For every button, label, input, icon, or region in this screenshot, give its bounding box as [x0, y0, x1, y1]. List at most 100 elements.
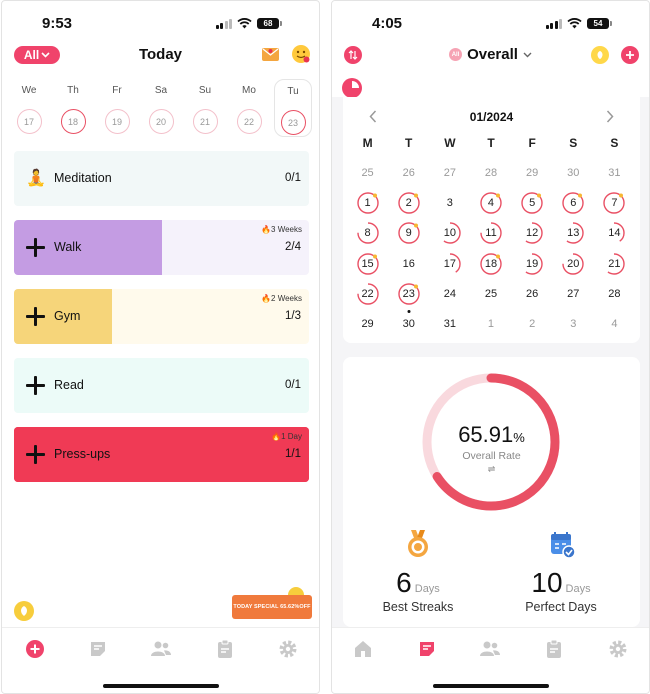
calendar-day[interactable]: 29	[347, 309, 388, 339]
calendar-day-number: 23	[402, 287, 415, 300]
plus-icon[interactable]	[26, 238, 45, 257]
home-indicator	[103, 684, 219, 688]
calendar-day[interactable]: 1	[347, 188, 388, 218]
pie-chart-icon[interactable]	[342, 78, 362, 98]
habit-name: Gym	[54, 309, 81, 323]
week-day-su[interactable]: Su 21	[186, 85, 224, 143]
calendar-day[interactable]: 18	[470, 249, 511, 279]
week-day-mo[interactable]: Mo 22	[230, 85, 268, 143]
calendar-day[interactable]: 12	[512, 218, 553, 248]
add-icon[interactable]	[621, 46, 639, 64]
week-day-tu[interactable]: Tu 23	[274, 79, 312, 137]
calendar-day[interactable]: 27	[553, 279, 594, 309]
weekday-label: S	[610, 136, 619, 150]
overall-rate-value: 65.91%	[458, 422, 525, 447]
week-day-we[interactable]: We 17	[10, 85, 48, 143]
calendar-day[interactable]: 1	[470, 309, 511, 339]
week-day-name: Fr	[112, 85, 122, 96]
week-day-date: 17	[16, 109, 42, 134]
calendar-day[interactable]: 21	[594, 249, 635, 279]
calendar-day[interactable]: 25	[470, 279, 511, 309]
tab-notes[interactable]	[416, 638, 438, 660]
week-day-name: Mo	[242, 85, 256, 96]
tab-notes[interactable]	[87, 638, 109, 660]
plus-icon[interactable]	[26, 376, 45, 395]
calendar-day[interactable]: 17	[429, 249, 470, 279]
tab-settings[interactable]	[277, 638, 299, 660]
calendar-day[interactable]: 7	[594, 188, 635, 218]
tab-settings[interactable]	[607, 638, 629, 660]
calendar-day[interactable]: 30	[388, 309, 429, 339]
week-day-date: 19	[104, 109, 130, 134]
calendar-day[interactable]: 8	[347, 218, 388, 248]
calendar-day-number: 30	[402, 318, 415, 331]
calendar-day-number: 2	[405, 197, 412, 210]
status-time: 9:53	[42, 15, 73, 32]
calendar-day[interactable]: 26	[388, 158, 429, 188]
calendar-day[interactable]: 27	[429, 158, 470, 188]
perfect-days-stat: 10 Days Perfect Days	[501, 567, 621, 614]
calendar-day[interactable]: 4	[470, 188, 511, 218]
calendar-day[interactable]: 22	[347, 279, 388, 309]
habit-card-gym[interactable]: Gym 1/3 🔥2 Weeks	[14, 289, 309, 344]
tab-friends[interactable]	[150, 638, 172, 660]
tab-clipboard[interactable]	[214, 638, 236, 660]
calendar-day-number: 31	[608, 167, 621, 180]
weekday-label: W	[444, 136, 456, 150]
leaf-badge-icon[interactable]	[14, 601, 34, 621]
plus-icon[interactable]	[26, 307, 45, 326]
calendar-check-icon	[551, 532, 576, 559]
emoji-face-icon[interactable]	[292, 45, 310, 63]
chevron-right-icon[interactable]	[606, 110, 614, 123]
week-day-fr[interactable]: Fr 19	[98, 85, 136, 143]
calendar-day[interactable]: 31	[594, 158, 635, 188]
overall-rate-card: 65.91% Overall Rate ⇌ 6 Days Best Streaks…	[343, 357, 640, 627]
week-day-sa[interactable]: Sa 20	[142, 85, 180, 143]
calendar-day[interactable]: 23	[388, 279, 429, 313]
habit-count: 1/3	[285, 310, 301, 322]
tab-clipboard[interactable]	[543, 638, 565, 660]
habit-streak: 🔥2 Weeks	[261, 294, 302, 303]
calendar-day[interactable]: 25	[347, 158, 388, 188]
calendar-day[interactable]: 31	[429, 309, 470, 339]
plus-icon[interactable]	[26, 445, 45, 464]
tab-home[interactable]	[352, 638, 374, 660]
habit-count: 1/1	[285, 448, 301, 460]
calendar-day[interactable]: 15	[347, 249, 388, 279]
calendar-day[interactable]: 3	[429, 188, 470, 218]
week-day-th[interactable]: Th 18	[54, 85, 92, 143]
week-day-name: Su	[198, 85, 212, 96]
calendar-day[interactable]: 2	[512, 309, 553, 339]
calendar-day-number: 7	[611, 197, 618, 210]
calendar-day[interactable]: 19	[512, 249, 553, 279]
habit-card-press-ups[interactable]: Press-ups 1/1 🔥1 Day	[14, 427, 309, 482]
calendar-day[interactable]: 4	[594, 309, 635, 339]
promo-banner[interactable]: TODAY SPECIAL 65.62%OFF	[232, 595, 312, 619]
calendar-day[interactable]: 16	[388, 249, 429, 279]
calendar-day[interactable]: 10	[429, 218, 470, 248]
calendar-day[interactable]: 26	[512, 279, 553, 309]
calendar-day[interactable]: 13	[553, 218, 594, 248]
calendar-day[interactable]: 28	[594, 279, 635, 309]
people-icon	[151, 641, 171, 656]
calendar-day[interactable]: 28	[470, 158, 511, 188]
mail-heart-icon[interactable]	[262, 48, 279, 61]
calendar-day[interactable]: 14	[594, 218, 635, 248]
calendar-day[interactable]: 6	[553, 188, 594, 218]
calendar-day[interactable]: 11	[470, 218, 511, 248]
tab-friends[interactable]	[479, 638, 501, 660]
habit-card-meditation[interactable]: 🧘 Meditation 0/1	[14, 151, 309, 206]
swap-icon[interactable]: ⇌	[343, 464, 640, 475]
habit-card-read[interactable]: Read 0/1	[14, 358, 309, 413]
calendar-day[interactable]: 9	[388, 218, 429, 248]
calendar-day[interactable]: 20	[553, 249, 594, 279]
calendar-day[interactable]: 29	[512, 158, 553, 188]
habit-card-walk[interactable]: Walk 2/4 🔥3 Weeks	[14, 220, 309, 275]
calendar-day[interactable]: 30	[553, 158, 594, 188]
leaf-badge-icon[interactable]	[591, 46, 609, 64]
calendar-day[interactable]: 2	[388, 188, 429, 218]
tab-add[interactable]	[24, 638, 46, 660]
calendar-day[interactable]: 3	[553, 309, 594, 339]
calendar-day[interactable]: 5	[512, 188, 553, 218]
calendar-day[interactable]: 24	[429, 279, 470, 309]
